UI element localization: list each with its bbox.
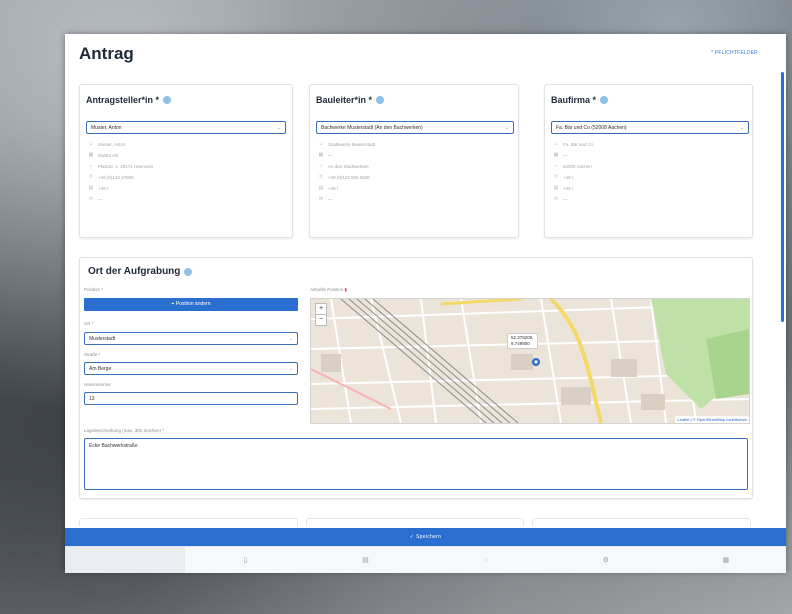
phone-icon: ✆ — [553, 174, 559, 180]
nav-home[interactable] — [65, 547, 186, 573]
fax-icon: ▤ — [553, 185, 559, 191]
save-button[interactable]: ✓ Speichern — [65, 528, 786, 546]
fax-icon: ▤ — [318, 185, 324, 191]
contact-line: ▤ +49 / — [553, 183, 594, 194]
panel-antragsteller: Antragsteller*in * Muster, Anton ⌄ ☺ Muste… — [79, 84, 293, 238]
contact-line: ⌂ An den Stadtwerken — [318, 161, 375, 172]
map-attribution[interactable]: Leaflet | © OpenStreetMap contributors — [675, 416, 749, 423]
nav-document[interactable]: ▯ — [185, 547, 305, 573]
ort-select[interactable]: Musterstadt ⌄ — [84, 332, 298, 345]
map-tiles — [311, 299, 749, 423]
chevron-down-icon: ⌄ — [288, 336, 293, 342]
info-icon[interactable] — [600, 96, 609, 104]
info-icon[interactable] — [184, 267, 193, 276]
info-icon[interactable] — [376, 96, 385, 104]
info-icon[interactable] — [163, 96, 172, 104]
person-icon: ☺ — [553, 141, 559, 147]
email-icon: ✉ — [318, 196, 324, 202]
contact-details: ☺ Muster, Anton ▦ MuBet AG ⌂ Platzstr. 1, 3… — [88, 139, 154, 205]
nav-settings[interactable]: ⚙ — [546, 547, 666, 573]
grid-icon: ▦ — [722, 557, 730, 564]
contact-line: ☺ Fa. Bär und Co — [553, 139, 593, 150]
info-icon: ◌ — [483, 556, 488, 564]
map-zoom-out-button[interactable]: − — [315, 314, 327, 326]
strasse-select[interactable]: Am Berge ⌄ — [84, 362, 298, 375]
section-ort-der-aufgrabung: Ort der Aufgrabung Position * ⌖ Position… — [79, 257, 753, 499]
required-fields-note: * PFLICHTFELDER — [711, 50, 758, 56]
lagebeschreibung-label: Lagebeschreibung (max. 300 Zeichen) * — [84, 428, 165, 433]
lagebeschreibung-textarea[interactable]: Ecke Bachwerkstraße — [84, 438, 748, 490]
contact-line: ✉ — — [318, 194, 375, 205]
panel-title: Antragsteller*in * — [86, 95, 160, 105]
nav-list[interactable]: ▤ — [305, 547, 425, 573]
marker-icon: ▮ — [344, 287, 348, 292]
hausnummer-label: Hausnummer — [84, 382, 112, 387]
antragsteller-select[interactable]: Muster, Anton ⌄ — [86, 121, 286, 134]
contact-line: ⌂ 52008 Aachen — [553, 161, 594, 172]
document-icon: ▯ — [243, 557, 248, 564]
nav-info[interactable]: ◌ — [426, 547, 546, 573]
bottom-navigation: ▯ ▤ ◌ ⚙ ▦ — [65, 546, 786, 573]
person-icon: ☺ — [318, 141, 324, 147]
email-icon: ✉ — [553, 196, 559, 202]
application-form-card: Antrag * PFLICHTFELDER Antragsteller*in … — [65, 34, 786, 572]
contact-line: ▦ — — [553, 150, 594, 161]
contact-line: ✉ — — [553, 194, 594, 205]
contact-line: ✆ +49 (0)123 555 6530 — [318, 172, 375, 183]
building-icon: ▦ — [318, 152, 324, 158]
page-title: Antrag — [79, 44, 134, 63]
section-title: Ort der Aufgrabung — [88, 266, 181, 277]
contact-line: ✆ +49 / — [553, 172, 594, 183]
settings-icon: ⚙ — [602, 557, 609, 564]
contact-line: ☺ Stadtwerke Musterstadt — [318, 139, 375, 150]
list-icon: ▤ — [362, 557, 369, 564]
location-icon: ⌂ — [554, 163, 558, 169]
fax-icon: ▤ — [88, 185, 94, 191]
contact-line: ✆ +49 (0)123 47856 — [88, 172, 154, 183]
panel-bauleiter: Bauleiter*in * Bachwerke Musterstadt (An… — [309, 84, 519, 238]
phone-icon: ✆ — [318, 174, 324, 180]
building-icon: ▦ — [553, 152, 559, 158]
nav-grid[interactable]: ▦ — [666, 547, 786, 573]
strasse-label: Straße * — [84, 352, 101, 357]
chevron-down-icon: ⌄ — [276, 125, 281, 131]
contact-details: ☺ Stadtwerke Musterstadt ▦ — ⌂ An den Stadt… — [318, 139, 375, 205]
contact-line: ▦ MuBet AG — [88, 150, 154, 161]
panel-title: Bauleiter*in * — [316, 95, 373, 105]
position-label: Position * — [84, 287, 104, 292]
contact-line: ▦ — — [318, 150, 375, 161]
building-icon: ▦ — [88, 152, 94, 158]
ort-label: Ort * — [84, 321, 94, 326]
contact-line: ⌂ Platzstr. 1, 30171 Hannover — [88, 161, 153, 172]
bauleiter-select[interactable]: Bachwerke Musterstadt (An den Bachwerken… — [316, 121, 514, 134]
hausnummer-input[interactable]: 13 — [84, 392, 298, 405]
chevron-down-icon: ⌄ — [504, 125, 509, 131]
phone-icon: ✆ — [88, 174, 94, 180]
contact-line: ▤ +49 / — [88, 183, 154, 194]
scrollbar[interactable] — [781, 72, 784, 322]
contact-line: ✉ — — [88, 194, 154, 205]
contact-line: ☺ Muster, Anton — [88, 139, 154, 150]
aktuelle-position-label: Aktuelle Position ▮ — [310, 287, 348, 292]
change-position-button[interactable]: ⌖ Position ändern — [84, 298, 298, 311]
map-view[interactable]: + − 52.379200, 9.749900 Leaflet | © Open… — [310, 298, 750, 424]
chevron-down-icon: ⌄ — [288, 366, 293, 372]
location-icon: ⌂ — [89, 163, 93, 169]
panel-title: Baufirma * — [551, 95, 597, 105]
person-icon: ☺ — [88, 141, 94, 147]
contact-line: ▤ +49 / — [318, 183, 375, 194]
panel-baufirma: Baufirma * Fa. Bär und Co (52008 Aachen)… — [544, 84, 753, 238]
map-position-popup: 52.379200, 9.749900 — [507, 333, 538, 349]
location-icon: ⌂ — [319, 163, 323, 169]
chevron-down-icon: ⌄ — [739, 125, 744, 131]
baufirma-select[interactable]: Fa. Bär und Co (52008 Aachen) ⌄ — [551, 121, 749, 134]
next-panels-peek — [79, 518, 752, 526]
contact-details: ☺ Fa. Bär und Co ▦ — ⌂ 52008 Aachen ✆ +49 / … — [553, 139, 594, 205]
email-icon: ✉ — [88, 196, 94, 202]
